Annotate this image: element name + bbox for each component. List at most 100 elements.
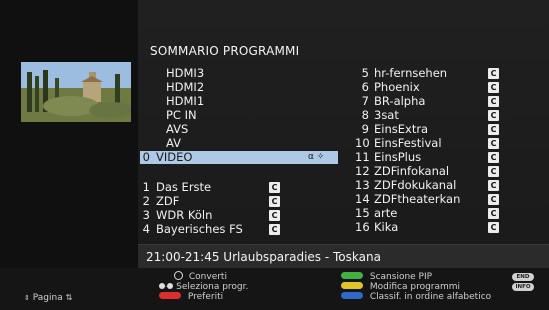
program-number: 10: [355, 136, 370, 150]
program-number: 9: [361, 122, 369, 136]
source-label: AVS: [166, 122, 189, 136]
channel-item-3[interactable]: 3 WDR Köln C: [140, 209, 338, 222]
convert-label: Converti: [188, 272, 227, 282]
program-number: 16: [355, 220, 370, 234]
edit-move-icon: α ✧: [308, 152, 325, 162]
program-name: BR-alpha: [374, 94, 426, 108]
channel-badge-icon: C: [488, 82, 499, 93]
source-label: PC IN: [166, 108, 197, 122]
page-label: Pagina: [32, 293, 63, 303]
ok-button-icon: [174, 271, 183, 280]
channel-badge-icon: C: [488, 180, 499, 191]
program-name: ZDFdokukanal: [374, 178, 457, 192]
program-number: 11: [355, 150, 370, 164]
channel-badge-icon: C: [269, 210, 280, 221]
channel-item-8[interactable]: 8 3sat C: [355, 109, 505, 122]
program-name: VIDEO: [156, 150, 193, 164]
channel-badge-icon: C: [488, 124, 499, 135]
modify-programs-label: Modifica programmi: [369, 282, 461, 292]
page-title: SOMMARIO PROGRAMMI: [150, 44, 300, 58]
program-number: 1: [142, 180, 150, 194]
channel-badge-icon: C: [269, 196, 280, 207]
channel-item-9[interactable]: 9 EinsExtra C: [355, 123, 505, 136]
source-label: HDMI2: [166, 80, 205, 94]
sort-updown-icon: ⇅: [65, 293, 73, 302]
source-label: HDMI3: [166, 66, 205, 80]
program-name: Phoenix: [374, 80, 420, 94]
blue-button-icon: [341, 292, 363, 299]
nav-right-icon: [167, 282, 174, 289]
program-number: 14: [355, 192, 370, 206]
source-av[interactable]: AV: [166, 137, 181, 150]
selected-source-video[interactable]: 0 VIDEO α ✧: [140, 151, 338, 164]
now-playing-bar: 21:00-21:45 Urlaubsparadies - Toskana: [138, 244, 549, 269]
channel-item-15[interactable]: 15 arte C: [355, 207, 505, 220]
channel-badge-icon: C: [488, 166, 499, 177]
program-number: 3: [142, 208, 150, 222]
program-name: Das Erste: [156, 180, 212, 194]
program-number: 0: [142, 150, 150, 164]
sort-alphabetical-label: Classif. in ordine alfabetico: [369, 292, 492, 302]
pip-scan-label: Scansione PIP: [369, 272, 433, 282]
page-hint[interactable]: ⇕ Pagina ⇅: [24, 292, 72, 303]
channel-item-6[interactable]: 6 Phoenix C: [355, 81, 505, 94]
channel-item-12[interactable]: 12 ZDFinfokanal C: [355, 165, 505, 178]
program-name: arte: [374, 206, 398, 220]
program-name: Kika: [374, 220, 399, 234]
program-name: 3sat: [374, 108, 399, 122]
sort-alphabetical-hint[interactable]: Classif. in ordine alfabetico: [341, 292, 491, 303]
channel-badge-icon: C: [488, 222, 499, 233]
channel-badge-icon: C: [488, 138, 499, 149]
channel-item-4[interactable]: 4 Bayerisches FS C: [140, 223, 338, 236]
end-key-icon[interactable]: END: [512, 273, 534, 281]
source-label: AV: [166, 136, 181, 150]
source-label: HDMI1: [166, 94, 205, 108]
channel-item-13[interactable]: 13 ZDFdokukanal C: [355, 179, 505, 192]
channel-item-5[interactable]: 5 hr-fernsehen C: [355, 67, 505, 80]
info-key-icon[interactable]: INFO: [512, 283, 534, 291]
green-button-icon: [341, 272, 363, 279]
program-number: 5: [361, 66, 369, 80]
favorites-label: Preferiti: [187, 292, 224, 302]
program-name: Bayerisches FS: [156, 222, 243, 236]
program-number: 13: [355, 178, 370, 192]
red-button-icon: [159, 292, 181, 299]
channel-badge-icon: C: [488, 152, 499, 163]
footer-help-bar: ⇕ Pagina ⇅ Converti · Seleziona progr. P…: [0, 268, 549, 310]
source-hdmi2[interactable]: HDMI2: [166, 81, 204, 94]
channel-item-16[interactable]: 16 Kika C: [355, 221, 505, 234]
channel-item-7[interactable]: 7 BR-alpha C: [355, 95, 505, 108]
source-pc-in[interactable]: PC IN: [166, 109, 197, 122]
page-updown-icon: ⇕: [24, 294, 30, 302]
program-name: ZDFtheaterkan: [374, 192, 461, 206]
select-program-label: Seleziona progr.: [176, 282, 249, 292]
channel-item-10[interactable]: 10 EinsFestival C: [355, 137, 505, 150]
program-name: EinsExtra: [374, 122, 429, 136]
channel-badge-icon: C: [488, 208, 499, 219]
channel-badge-icon: C: [488, 194, 499, 205]
program-name: ZDF: [156, 194, 180, 208]
program-name: EinsFestival: [374, 136, 442, 150]
source-avs[interactable]: AVS: [166, 123, 188, 136]
now-playing-text: 21:00-21:45 Urlaubsparadies - Toskana: [146, 250, 381, 264]
source-hdmi3[interactable]: HDMI3: [166, 67, 204, 80]
source-hdmi1[interactable]: HDMI1: [166, 95, 204, 108]
channel-badge-icon: C: [488, 110, 499, 121]
channel-item-2[interactable]: 2 ZDF C: [140, 195, 338, 208]
program-number: 12: [355, 164, 370, 178]
favorites-hint[interactable]: Preferiti: [159, 292, 223, 303]
program-number: 15: [355, 206, 370, 220]
left-panel: [0, 0, 138, 310]
channel-item-11[interactable]: 11 EinsPlus C: [355, 151, 505, 164]
channel-badge-icon: C: [488, 96, 499, 107]
preview-thumbnail: [21, 62, 131, 122]
program-number: 4: [142, 222, 150, 236]
program-number: 2: [142, 194, 150, 208]
channel-item-14[interactable]: 14 ZDFtheaterkan C: [355, 193, 505, 206]
program-number: 7: [361, 94, 369, 108]
yellow-button-icon: [341, 282, 363, 289]
channel-badge-icon: C: [269, 224, 280, 235]
channel-item-1[interactable]: 1 Das Erste C: [140, 181, 338, 194]
program-name: ZDFinfokanal: [374, 164, 450, 178]
program-name: hr-fernsehen: [374, 66, 448, 80]
